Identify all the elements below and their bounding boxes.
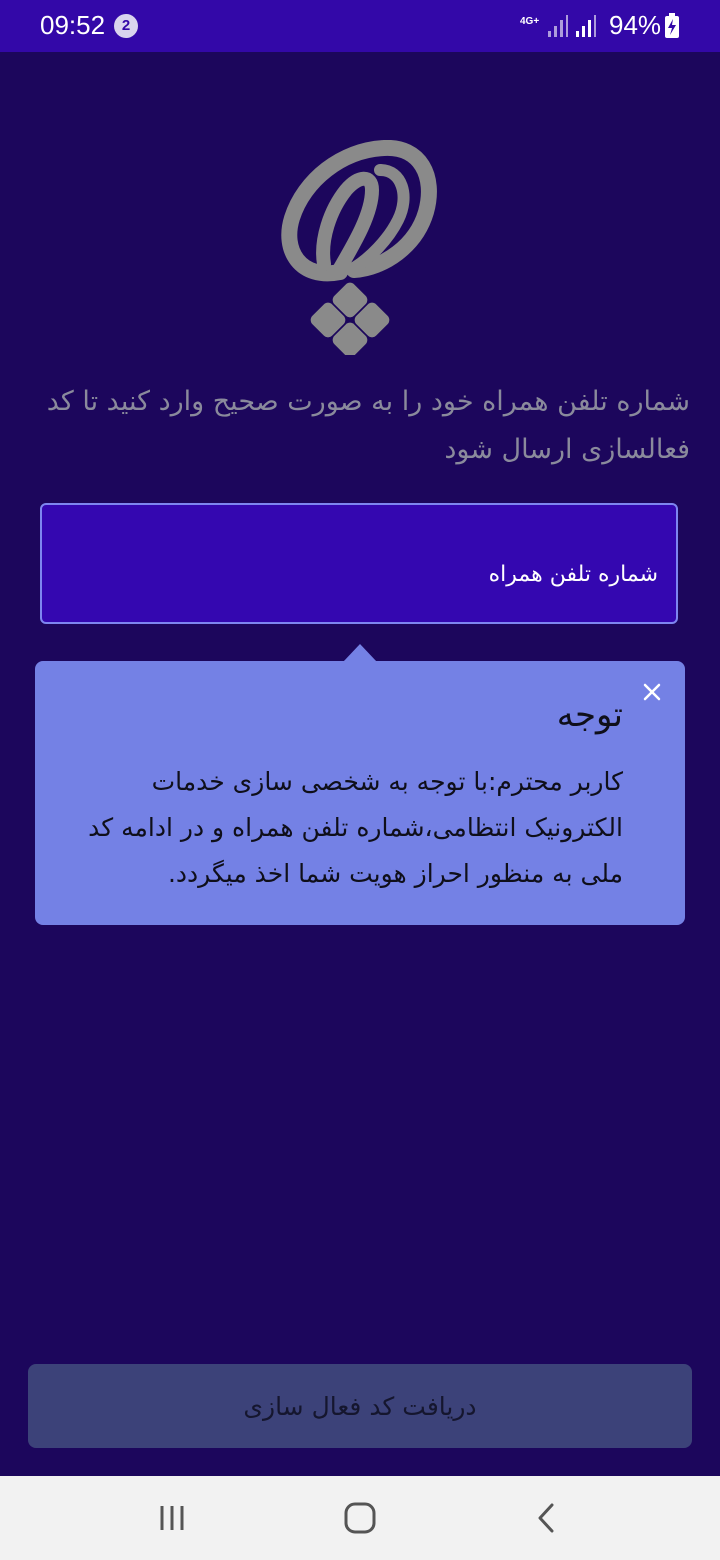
signal-icon-secondary <box>576 15 596 37</box>
navigation-bar <box>0 1476 720 1560</box>
phone-number-input[interactable] <box>42 505 676 622</box>
get-activation-code-button[interactable]: دریافت کد فعال سازی <box>28 1364 692 1448</box>
instruction-text: شماره تلفن همراه خود را به صورت صحیح وار… <box>46 386 690 465</box>
battery-charging-icon <box>665 13 679 38</box>
phone-field-container <box>40 503 678 624</box>
notice-tooltip: توجه کاربر محترم:با توجه به شخصی سازی خد… <box>35 661 685 925</box>
signal-icon <box>548 15 568 37</box>
notification-count-badge: 2 <box>114 14 138 38</box>
close-icon[interactable] <box>639 679 665 705</box>
network-type-label: 4G+ <box>520 16 540 27</box>
status-time: 09:52 <box>40 10 106 40</box>
tooltip-body: کاربر محترم:با توجه به شخصی سازی خدمات ا… <box>88 767 623 888</box>
back-icon[interactable] <box>528 1498 568 1538</box>
screen: 09:52 2 4G+ 94% شماره تلفن همراه خود را … <box>0 0 720 1560</box>
tooltip-title: توجه <box>556 695 623 735</box>
home-icon[interactable] <box>340 1498 380 1538</box>
battery-percent: 94% <box>609 10 662 40</box>
status-bar: 09:52 2 4G+ 94% <box>0 0 720 52</box>
recent-apps-icon[interactable] <box>152 1498 192 1538</box>
brand-logo-icon <box>281 140 437 355</box>
tooltip-arrow <box>343 644 377 662</box>
